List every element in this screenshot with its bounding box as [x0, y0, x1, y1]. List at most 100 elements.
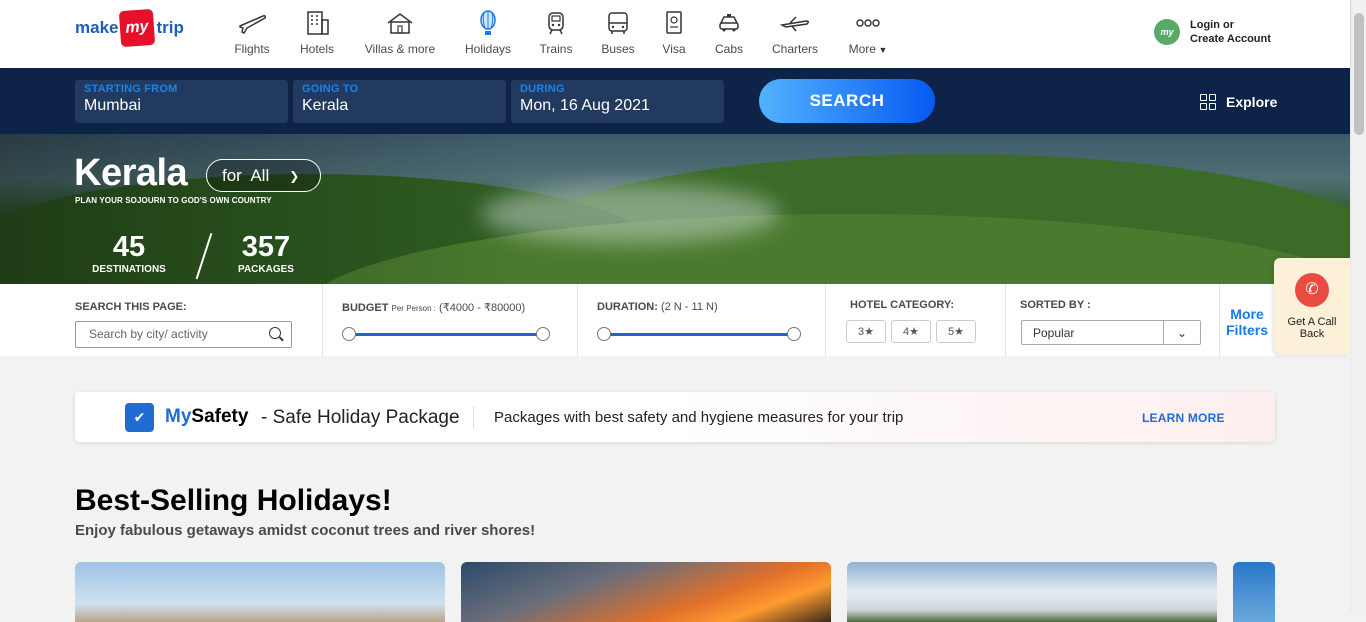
search-bar: STARTING FROM Mumbai GOING TO Kerala DUR…	[0, 68, 1350, 134]
nav-hotels-label: Hotels	[299, 42, 334, 56]
logo-my: my	[119, 8, 156, 48]
hotel-category-label: HOTEL CATEGORY:	[850, 299, 955, 311]
section-title: Best-Selling Holidays!	[75, 484, 392, 517]
duration-label: DURATION: (2 N - 11 N)	[597, 301, 718, 313]
holiday-card[interactable]	[75, 562, 445, 622]
holiday-card[interactable]	[1233, 562, 1275, 622]
going-to-field[interactable]: GOING TO Kerala	[293, 80, 506, 123]
nav-more[interactable]: More ▼	[846, 10, 890, 56]
budget-per-person: Per Person :	[391, 304, 436, 313]
during-field[interactable]: DURING Mon, 16 Aug 2021	[511, 80, 724, 123]
filter-bar: SEARCH THIS PAGE: Search by city/ activi…	[0, 284, 1350, 356]
learn-more-link[interactable]: LEARN MORE	[1142, 411, 1225, 425]
hotel-icon	[307, 11, 329, 35]
star-4-filter[interactable]: 4★	[891, 320, 931, 343]
shield-check-icon: ✔	[125, 403, 154, 432]
avatar: my	[1154, 19, 1180, 45]
visa-icon	[666, 11, 682, 34]
call-back-line1: Get A Call	[1287, 316, 1337, 328]
sort-select[interactable]: Popular ⌄	[1021, 320, 1201, 345]
more-icon	[856, 19, 880, 27]
nav-visa[interactable]: Visa	[658, 10, 690, 56]
packages-label: PACKAGES	[238, 264, 294, 275]
nav-charters[interactable]: Charters	[771, 10, 819, 56]
cab-icon	[719, 14, 739, 32]
during-value: Mon, 16 Aug 2021	[520, 97, 650, 114]
more-filters-line1: More	[1230, 306, 1264, 322]
budget-min-handle[interactable]	[342, 327, 356, 341]
charter-icon	[780, 16, 810, 32]
call-back-widget[interactable]: ✆ Get A Call Back	[1274, 258, 1350, 354]
section-subtitle: Enjoy fabulous getaways amidst coconut t…	[75, 522, 536, 539]
mysafety-my: My	[165, 406, 192, 427]
nav-cabs-label: Cabs	[714, 42, 743, 56]
hotel-category-col: HOTEL CATEGORY: 3★ 4★ 5★	[826, 284, 1006, 356]
logo-make: make	[75, 18, 119, 37]
nav-charters-label: Charters	[771, 42, 818, 56]
starting-from-label: STARTING FROM	[84, 83, 178, 95]
mysafety-banner: ✔ MySafety - Safe Holiday Package Packag…	[75, 392, 1275, 442]
budget-title: BUDGET	[342, 302, 389, 314]
destinations-count: 45	[112, 231, 146, 263]
bus-icon	[608, 12, 628, 34]
train-icon	[548, 12, 564, 35]
phone-icon: ✆	[1295, 273, 1329, 307]
search-page-input[interactable]: Search by city/ activity	[75, 321, 292, 348]
nav-more-label: More	[848, 42, 876, 56]
budget-slider[interactable]	[342, 327, 550, 341]
duration-max-handle[interactable]	[787, 327, 801, 341]
budget-max-handle[interactable]	[536, 327, 550, 341]
search-icon	[269, 327, 281, 339]
duration-min-handle[interactable]	[597, 327, 611, 341]
villa-icon	[387, 13, 413, 34]
nav-flights-label: Flights	[234, 42, 270, 56]
scrollbar[interactable]	[1350, 0, 1366, 613]
nav-buses-label: Buses	[601, 42, 635, 56]
holiday-card[interactable]	[847, 562, 1217, 622]
hero-title: Kerala	[74, 152, 188, 194]
for-all-dropdown[interactable]: for All ❯	[206, 159, 321, 192]
destinations-stat: 45 DESTINATIONS	[88, 232, 170, 275]
nav-cabs[interactable]: Cabs	[713, 10, 745, 56]
nav-hotels[interactable]: Hotels	[299, 10, 335, 56]
duration-slider[interactable]	[597, 327, 801, 341]
login-button[interactable]: my Login or Create Account	[1154, 18, 1271, 46]
divider	[473, 406, 474, 428]
budget-col: BUDGET Per Person : (₹4000 - ₹80000)	[323, 284, 578, 356]
more-filters-button[interactable]: More Filters	[1226, 306, 1268, 338]
star-3-filter[interactable]: 3★	[846, 320, 886, 343]
call-back-line2: Back	[1299, 328, 1325, 340]
packages-count: 357	[241, 231, 291, 263]
nav-holidays-label: Holidays	[464, 42, 512, 56]
makemytrip-logo[interactable]: make my trip	[75, 8, 184, 48]
nav-visa-label: Visa	[662, 42, 686, 56]
holiday-card[interactable]	[461, 562, 831, 622]
duration-col: DURATION: (2 N - 11 N)	[578, 284, 826, 356]
nav-flights[interactable]: Flights	[234, 10, 270, 56]
nav-villas[interactable]: Villas & more	[364, 10, 436, 56]
going-to-value: Kerala	[302, 97, 349, 114]
sort-label: SORTED BY :	[1020, 299, 1091, 311]
mysafety-subtitle: - Safe Holiday Package	[261, 407, 460, 428]
hero-banner: Kerala for All ❯ PLAN YOUR SOJOURN TO GO…	[0, 134, 1350, 284]
starting-from-field[interactable]: STARTING FROM Mumbai	[75, 80, 288, 123]
search-button[interactable]: SEARCH	[759, 79, 935, 123]
nav-trains[interactable]: Trains	[538, 10, 574, 56]
destinations-label: DESTINATIONS	[92, 264, 166, 275]
sort-value: Popular	[1033, 326, 1075, 340]
hero-subtitle: PLAN YOUR SOJOURN TO GOD'S OWN COUNTRY	[75, 196, 272, 205]
grid-icon	[1200, 94, 1216, 110]
nav-holidays[interactable]: Holidays	[464, 10, 512, 56]
star-5-filter[interactable]: 5★	[936, 320, 976, 343]
scrollbar-thumb[interactable]	[1354, 13, 1364, 135]
nav-buses[interactable]: Buses	[600, 10, 636, 56]
explore-button[interactable]: Explore	[1200, 94, 1277, 110]
budget-range: (₹4000 - ₹80000)	[435, 302, 526, 314]
mysafety-brand: MySafety	[165, 406, 248, 428]
more-filters-line2: Filters	[1226, 322, 1269, 338]
login-text: Login or Create Account	[1190, 18, 1271, 46]
for-all-label: for All	[222, 165, 270, 185]
duration-range: (2 N - 11 N)	[657, 301, 718, 313]
mysafety-safety: Safety	[191, 406, 249, 427]
nav-villas-label: Villas & more	[364, 42, 436, 56]
